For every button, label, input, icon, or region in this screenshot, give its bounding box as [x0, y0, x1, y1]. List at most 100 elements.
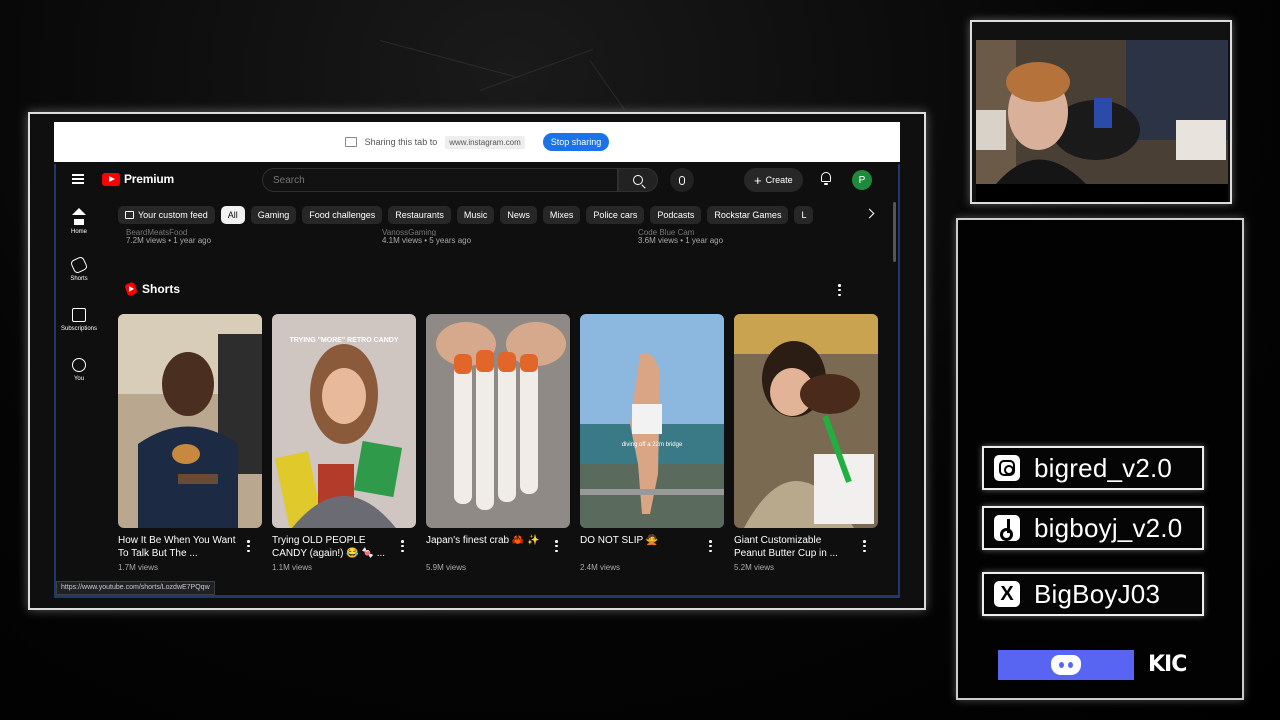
mic-icon	[679, 175, 685, 185]
short-card[interactable]: diving off a 22m bridge DO NOT SLIP 🙅 2.…	[580, 314, 724, 572]
short-title[interactable]: Japan's finest crab 🦀 ✨	[426, 534, 544, 560]
tiktok-handle-badge: bigboyj_v2.0	[982, 506, 1204, 550]
chip-police-cars[interactable]: Police cars	[586, 206, 645, 224]
kick-logo: KIC	[1148, 652, 1187, 677]
channel-name: VanossGaming	[382, 228, 437, 236]
webcam-bottom-bar	[976, 184, 1228, 202]
short-card[interactable]: Giant Customizable Peanut Butter Cup in …	[734, 314, 878, 572]
menu-icon[interactable]	[72, 174, 84, 184]
video-meta[interactable]: BeardMeatsFood 7.2M views • 1 year ago	[126, 228, 212, 245]
youtube-play-icon	[102, 172, 120, 186]
thumbnail-overlay-text: TRYING "MORE" RETRO CANDY	[289, 337, 399, 344]
chip-gaming[interactable]: Gaming	[250, 206, 297, 224]
screen-share-frame: Sharing this tab to www.instagram.com St…	[28, 112, 926, 610]
webcam-feed	[976, 40, 1228, 184]
chip-restaurants[interactable]: Restaurants	[388, 206, 451, 224]
sharing-message: Sharing this tab to	[364, 137, 438, 147]
link-status-bar: https://www.youtube.com/shorts/LozdwE7PQ…	[56, 581, 215, 595]
scrollbar-thumb[interactable]	[893, 202, 896, 262]
more-options-icon[interactable]	[838, 284, 841, 296]
short-views: 2.4M views	[580, 563, 621, 572]
sidebar-item-shorts[interactable]: Shorts	[56, 255, 102, 308]
avatar[interactable]: P	[852, 170, 872, 190]
channel-name: BeardMeatsFood	[126, 228, 188, 236]
sidebar: Home Shorts Subscriptions You	[56, 208, 102, 408]
short-title[interactable]: DO NOT SLIP 🙅	[580, 534, 698, 560]
sidebar-item-you[interactable]: You	[56, 358, 102, 408]
short-thumbnail[interactable]: TRYING "MORE" RETRO CANDY	[272, 314, 416, 528]
home-icon	[72, 208, 86, 215]
short-views: 5.2M views	[734, 563, 775, 572]
shorts-section-title: Shorts	[142, 282, 181, 296]
discord-icon	[1051, 655, 1081, 675]
sidebar-item-home[interactable]: Home	[56, 208, 102, 258]
plus-icon: +	[754, 172, 762, 188]
stop-sharing-button[interactable]: Stop sharing	[542, 133, 610, 151]
short-thumbnail[interactable]	[734, 314, 878, 528]
short-card[interactable]: How It Be When You Want To Talk But The …	[118, 314, 262, 572]
more-options-icon[interactable]	[247, 540, 250, 552]
short-title[interactable]: How It Be When You Want To Talk But The …	[118, 534, 236, 560]
chip-all[interactable]: All	[220, 206, 245, 224]
short-thumbnail[interactable]	[426, 314, 570, 528]
more-options-icon[interactable]	[555, 540, 558, 552]
video-stats: 4.1M views • 5 years ago	[382, 236, 472, 245]
short-title[interactable]: Trying OLD PEOPLE CANDY (again!) 😂 🍬 ...	[272, 534, 390, 560]
more-options-icon[interactable]	[863, 540, 866, 552]
thumbnail-overlay-text: diving off a 22m bridge	[621, 442, 683, 448]
shorts-logo-icon	[124, 281, 138, 297]
youtube-logo[interactable]: Premium	[102, 172, 174, 186]
sidebar-item-label: You	[73, 376, 85, 382]
x-handle-badge: X BigBoyJ03	[982, 572, 1204, 616]
video-meta[interactable]: Code Blue Cam 3.6M views • 1 year ago	[638, 228, 724, 245]
short-card[interactable]: TRYING "MORE" RETRO CANDY Trying OLD PEO…	[272, 314, 416, 572]
chip-music[interactable]: Music	[456, 206, 495, 224]
video-stats: 3.6M views • 1 year ago	[638, 236, 724, 245]
search-input[interactable]	[262, 168, 618, 192]
search-icon	[633, 175, 643, 185]
webcam-frame	[970, 20, 1232, 204]
sidebar-item-label: Subscriptions	[60, 326, 98, 332]
filter-chips: Your custom feed All Gaming Food challen…	[118, 206, 878, 226]
subscriptions-icon	[72, 308, 86, 322]
sharing-target: www.instagram.com	[445, 135, 525, 149]
brand-text: Premium	[124, 172, 174, 186]
short-views: 5.9M views	[426, 563, 467, 572]
chip-label: Your custom feed	[138, 210, 208, 220]
tab-sharing-bar: Sharing this tab to www.instagram.com St…	[54, 122, 900, 162]
short-title[interactable]: Giant Customizable Peanut Butter Cup in …	[734, 534, 852, 560]
short-views: 1.1M views	[272, 563, 313, 572]
sidebar-item-subscriptions[interactable]: Subscriptions	[56, 308, 102, 358]
short-thumbnail[interactable]: diving off a 22m bridge	[580, 314, 724, 528]
create-button[interactable]: + Create	[744, 168, 803, 192]
notifications-icon[interactable]	[820, 172, 832, 186]
voice-search-button[interactable]	[670, 168, 694, 192]
chip-food-challenges[interactable]: Food challenges	[302, 206, 383, 224]
chip-truncated[interactable]: L	[794, 206, 814, 224]
search-button[interactable]	[618, 168, 658, 192]
x-handle: BigBoyJ03	[1034, 578, 1161, 609]
chip-podcasts[interactable]: Podcasts	[650, 206, 702, 224]
more-options-icon[interactable]	[709, 540, 712, 552]
short-views: 1.7M views	[118, 563, 159, 572]
chip-custom-feed[interactable]: Your custom feed	[118, 206, 215, 224]
scrollbar[interactable]	[893, 198, 896, 594]
short-card[interactable]: Japan's finest crab 🦀 ✨ 5.9M views	[426, 314, 570, 572]
more-options-icon[interactable]	[401, 540, 404, 552]
instagram-icon	[994, 455, 1020, 481]
chip-rockstar-games[interactable]: Rockstar Games	[707, 206, 789, 224]
short-thumbnail[interactable]	[118, 314, 262, 528]
video-meta[interactable]: VanossGaming 4.1M views • 5 years ago	[382, 228, 472, 245]
shorts-grid: How It Be When You Want To Talk But The …	[118, 314, 878, 572]
custom-feed-icon	[125, 211, 134, 219]
shorts-section-header: Shorts	[124, 281, 181, 297]
channel-name: Code Blue Cam	[638, 228, 695, 236]
instagram-handle-badge: bigred_v2.0	[982, 446, 1204, 490]
chip-mixes[interactable]: Mixes	[542, 206, 581, 224]
create-label: Create	[765, 175, 793, 185]
sidebar-item-label: Shorts	[70, 276, 88, 282]
youtube-topbar: Premium + Create P	[56, 164, 898, 196]
chip-news[interactable]: News	[500, 206, 537, 224]
tiktok-icon	[994, 515, 1020, 541]
video-stats: 7.2M views • 1 year ago	[126, 236, 212, 245]
